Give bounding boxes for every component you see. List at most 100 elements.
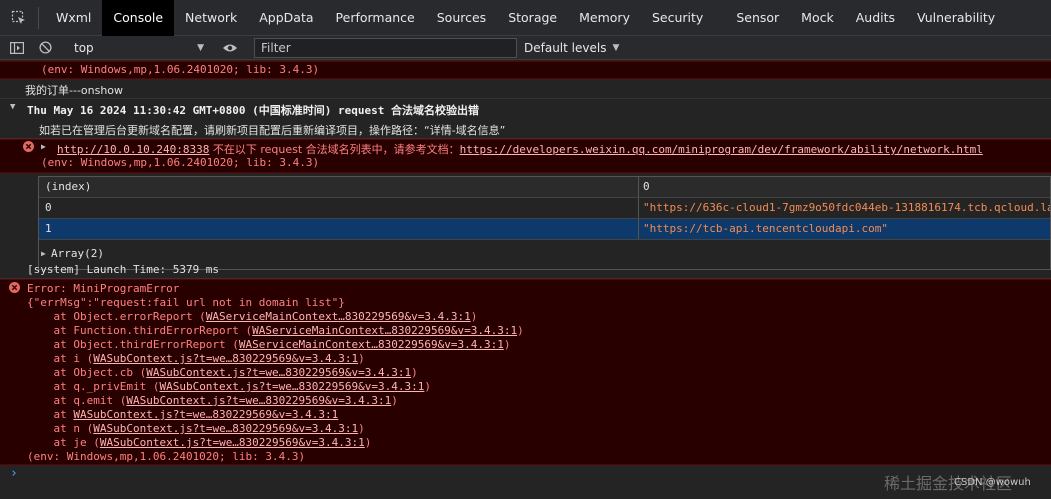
stack-frame-text: at Object.cb ( [27,366,147,379]
table-row-selected[interactable]: 1 "https://tcb-api.tencentcloudapi.com" [39,219,1050,240]
stack-frame-link[interactable]: WASubContext.js?t=we…830229569&v=3.4.3:1 [93,422,358,435]
log-text: 我的订单---onshow [25,84,124,97]
stack-frame: at q.emit (WASubContext.js?t=we…83022956… [27,394,398,407]
context-selector[interactable]: top ▼ [66,36,208,60]
tab-memory[interactable]: Memory [568,0,641,36]
filter-input[interactable] [254,38,517,58]
stack-frame-link[interactable]: WASubContext.js?t=we…830229569&v=3.4.3:1 [146,366,411,379]
tab-mock[interactable]: Mock [790,0,845,36]
console-log-message: [system] Launch Time: 5379 ms [0,260,1051,279]
stack-frame-text: ) [358,422,365,435]
table-header-row: (index) 0 [39,177,1050,198]
group-title: Thu May 16 2024 11:30:42 GMT+0800 (中国标准时… [27,104,480,117]
stack-frame: at je (WASubContext.js?t=we…830229569&v=… [27,436,371,449]
stack-frame-text: at Object.errorReport ( [27,310,206,323]
stack-frame-text: ) [411,366,418,379]
tab-list: Wxml Console Network AppData Performance… [45,0,1006,36]
stack-frame-link[interactable]: WASubContext.js?t=we…830229569&v=3.4.3:1 [100,436,365,449]
tab-wxml[interactable]: Wxml [45,0,102,36]
stack-frame-text: ) [517,324,524,337]
stack-frame-text: at je ( [27,436,100,449]
log-levels-label: Default levels [524,41,607,55]
tab-audits[interactable]: Audits [845,0,906,36]
console-error-message: ▶ http://10.0.10.240:8338 不在以下 request 合… [0,139,1051,173]
stack-frame-text: ) [358,352,365,365]
error-icon [23,141,34,155]
error-icon [9,282,20,296]
tab-appdata[interactable]: AppData [248,0,324,36]
tab-sensor[interactable]: Sensor [725,0,790,36]
clear-console-icon[interactable] [34,36,56,60]
tab-security[interactable]: Security [641,0,725,36]
expand-triangle-icon[interactable]: ▶ [41,249,46,258]
env-line: (env: Windows,mp,1.06.2401020; lib: 3.4.… [41,156,320,169]
stack-frame-link[interactable]: WASubContext.js?t=we…830229569&v=3.4.3:1 [73,408,338,421]
stack-frame-text: ) [470,310,478,323]
console-toolbar: top ▼ Default levels ▼ [0,36,1051,60]
stack-frame-link[interactable]: WAServiceMainContext…830229569&v=3.4.3:1 [252,324,517,337]
inspect-element-icon[interactable] [0,0,38,36]
console-group-header[interactable]: ▼ Thu May 16 2024 11:30:42 GMT+0800 (中国标… [0,99,1051,119]
error-url-link[interactable]: http://10.0.10.240:8338 [57,143,209,156]
stack-frame-text: at q._privEmit ( [27,380,160,393]
log-levels-dropdown[interactable]: Default levels ▼ [524,36,619,60]
dropdown-arrow-icon: ▼ [197,43,204,53]
sidebar-toggle-icon[interactable] [6,36,28,60]
stack-frame-link[interactable]: WAServiceMainContext…830229569&v=3.4.3:1 [206,310,471,323]
table-cell-index: 0 [39,198,639,218]
stack-frame: at Object.cb (WASubContext.js?t=we…83022… [27,366,418,379]
console-error-message: Error: MiniProgramError {"errMsg":"reque… [0,279,1051,465]
table-row[interactable]: 0 "https://636c-cloud1-7gmz9o50fdc044eb-… [39,198,1050,219]
tabbar-divider [38,6,39,29]
table-header-cell[interactable]: 0 [639,177,1050,197]
context-selector-label: top [74,41,94,55]
tab-network[interactable]: Network [174,0,248,36]
stack-frame-text: at i ( [27,352,94,365]
table-cell-value: "https://tcb-api.tencentcloudapi.com" [643,222,889,235]
stack-frame-text: ) [503,338,511,351]
tab-sources[interactable]: Sources [426,0,497,36]
console-log-message: 我的订单---onshow [0,79,1051,99]
stack-frame-text: at q.emit ( [27,394,127,407]
table-header-cell[interactable]: (index) [39,177,639,197]
tab-performance[interactable]: Performance [325,0,426,36]
console-output: (env: Windows,mp,1.06.2401020; lib: 3.4.… [0,61,1051,499]
stack-frame-text: at Object.thirdErrorReport ( [27,338,239,351]
env-line: (env: Windows,mp,1.06.2401020; lib: 3.4.… [41,63,320,76]
live-expression-eye-icon[interactable] [218,36,242,60]
stack-frame-text: ) [364,436,372,449]
stack-frame: at q._privEmit (WASubContext.js?t=we…830… [27,380,431,393]
console-error-message: (env: Windows,mp,1.06.2401020; lib: 3.4.… [0,61,1051,79]
stack-frame-text: ) [424,380,431,393]
docs-link[interactable]: https://developers.weixin.qq.com/minipro… [460,143,983,156]
stack-frame: at i (WASubContext.js?t=we…830229569&v=3… [27,352,365,365]
stack-frame-text: ) [391,394,398,407]
tab-storage[interactable]: Storage [497,0,568,36]
devtools-tabbar: Wxml Console Network AppData Performance… [0,0,1051,36]
stack-frame: at WASubContext.js?t=we…830229569&v=3.4.… [27,408,338,421]
array-summary[interactable]: Array(2) [51,247,104,260]
watermark-credit: CSDN @wowuh [954,477,1031,488]
tab-console[interactable]: Console [102,0,175,36]
console-prompt-icon[interactable]: › [10,466,18,481]
stack-frame-link[interactable]: WASubContext.js?t=we…830229569&v=3.4.3:1 [126,394,391,407]
table-cell-value: "https://636c-cloud1-7gmz9o50fdc044eb-13… [643,201,1050,214]
stack-frame: at Object.thirdErrorReport (WAServiceMai… [27,338,510,351]
tab-vulnerability[interactable]: Vulnerability [906,0,1006,36]
expand-triangle-icon[interactable]: ▼ [10,102,15,112]
stack-frame-text: at [27,408,74,421]
dropdown-arrow-icon: ▼ [612,43,620,53]
env-line: (env: Windows,mp,1.06.2401020; lib: 3.4.… [27,450,306,463]
group-info-text: 如若已在管理后台更新域名配置，请刷新项目配置后重新编译项目，操作路径：“详情-域… [39,124,506,137]
error-title: Error: MiniProgramError [27,282,180,295]
stack-frame: at n (WASubContext.js?t=we…830229569&v=3… [27,422,365,435]
stack-frame-link[interactable]: WAServiceMainContext…830229569&v=3.4.3:1 [239,338,504,351]
stack-frame-text: at Function.thirdErrorReport ( [27,324,253,337]
stack-frame-text: at n ( [27,422,94,435]
console-log-message: 如若已在管理后台更新域名配置，请刷新项目配置后重新编译项目，操作路径：“详情-域… [0,119,1051,139]
stack-frame-link[interactable]: WASubContext.js?t=we…830229569&v=3.4.3:1 [159,380,424,393]
error-message-text: 不在以下 request 合法域名列表中，请参考文档： [209,143,460,156]
error-errmsg: {"errMsg":"request:fail url not in domai… [27,296,345,309]
stack-frame-link[interactable]: WASubContext.js?t=we…830229569&v=3.4.3:1 [93,352,358,365]
expand-triangle-icon[interactable]: ▶ [41,142,46,151]
